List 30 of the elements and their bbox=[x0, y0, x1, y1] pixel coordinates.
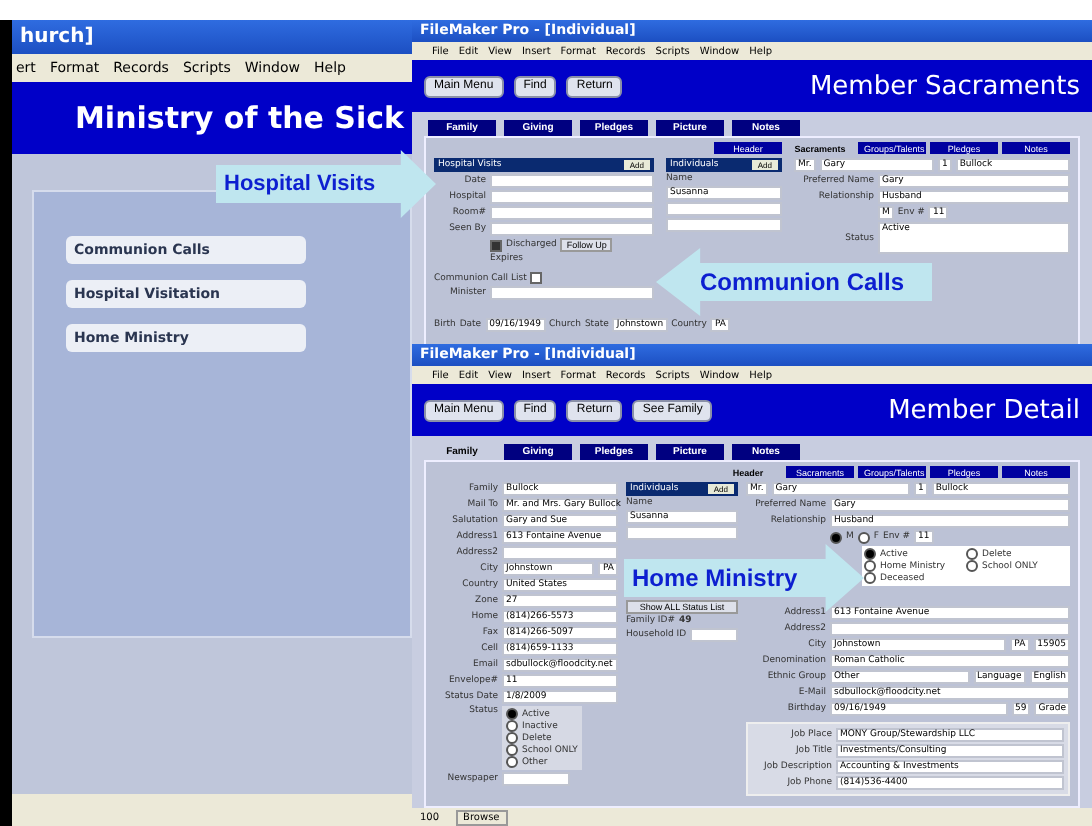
radio-button[interactable] bbox=[966, 560, 978, 572]
page-title: Ministry of the Sick bbox=[75, 100, 404, 136]
checkbox[interactable] bbox=[490, 239, 502, 251]
page-title: Member Sacraments bbox=[809, 71, 1080, 101]
input-field[interactable] bbox=[626, 526, 738, 540]
input-field[interactable] bbox=[490, 286, 654, 300]
radio-button[interactable] bbox=[966, 548, 978, 560]
radio-button[interactable] bbox=[830, 531, 842, 543]
radio-button[interactable] bbox=[506, 756, 518, 768]
input-field[interactable] bbox=[490, 222, 654, 236]
radio-button[interactable] bbox=[506, 720, 518, 732]
window-title: hurch] bbox=[20, 26, 94, 48]
input-field[interactable] bbox=[666, 202, 782, 216]
input-field[interactable] bbox=[490, 206, 654, 220]
radio-button[interactable] bbox=[506, 732, 518, 744]
input-field[interactable] bbox=[490, 174, 654, 188]
input-field[interactable] bbox=[690, 628, 738, 642]
page-title: Member Detail bbox=[888, 395, 1080, 425]
input-field[interactable] bbox=[666, 218, 782, 232]
input-field[interactable] bbox=[490, 190, 654, 204]
radio-button[interactable] bbox=[864, 560, 876, 572]
radio-button[interactable] bbox=[864, 548, 876, 560]
input-field[interactable] bbox=[502, 546, 618, 560]
radio-button[interactable] bbox=[506, 708, 518, 720]
input-field[interactable] bbox=[502, 772, 570, 786]
input-field[interactable] bbox=[830, 622, 1070, 636]
checkbox[interactable] bbox=[530, 272, 543, 284]
radio-button[interactable] bbox=[857, 531, 870, 543]
radio-button[interactable] bbox=[864, 572, 876, 584]
radio-button[interactable] bbox=[506, 744, 518, 756]
